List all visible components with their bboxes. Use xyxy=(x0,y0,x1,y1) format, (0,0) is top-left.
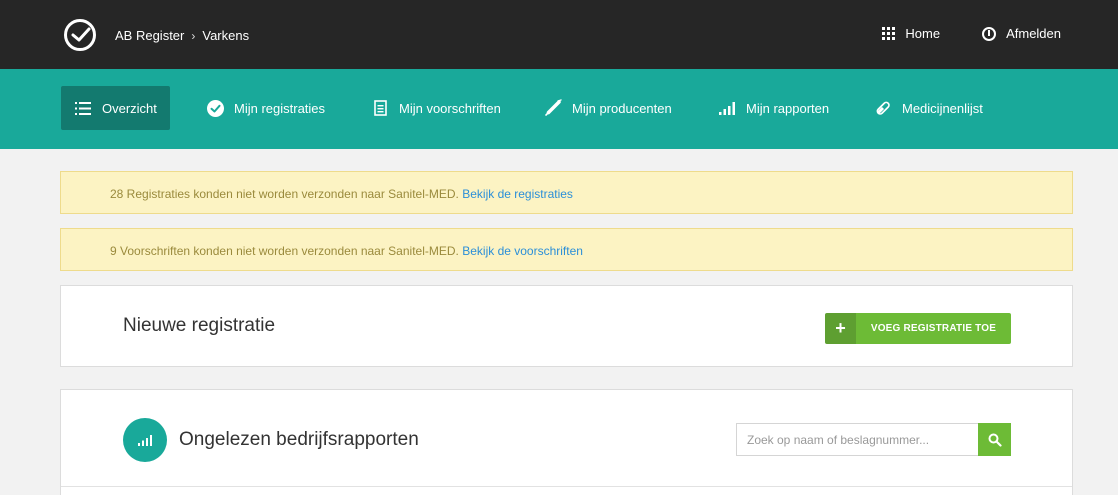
logo-check-icon[interactable] xyxy=(64,19,96,51)
warning-alert-voorschriften: 9 Voorschriften konden niet worden verzo… xyxy=(60,228,1073,271)
nav-label: Medicijnenlijst xyxy=(902,100,983,116)
nav-item-overzicht[interactable]: Overzicht xyxy=(61,86,170,130)
new-registration-title: Nieuwe registratie xyxy=(123,315,276,336)
logout-link[interactable]: Afmelden xyxy=(982,26,1061,41)
warning-alert-registraties: 28 Registraties konden niet worden verzo… xyxy=(60,171,1073,214)
nav-label: Mijn producenten xyxy=(572,100,672,116)
search-icon xyxy=(988,433,1002,447)
plus-icon: + xyxy=(825,313,856,344)
top-actions: Home Afmelden xyxy=(882,26,1061,41)
alert-text: 9 Voorschriften konden niet worden verzo… xyxy=(110,244,459,258)
signal-bars-icon xyxy=(718,99,736,117)
chevron-right-icon: › xyxy=(191,28,196,43)
document-icon xyxy=(371,99,389,117)
grid-icon xyxy=(882,27,896,40)
top-bar: AB Register › Varkens Home Afmelden xyxy=(0,0,1118,69)
view-prescriptions-link[interactable]: Bekijk de voorschriften xyxy=(462,244,583,258)
alert-text: 28 Registraties konden niet worden verzo… xyxy=(110,187,459,201)
signal-bars-icon xyxy=(123,418,167,462)
syringe-icon xyxy=(544,99,562,117)
nav-label: Mijn voorschriften xyxy=(399,100,501,116)
home-link[interactable]: Home xyxy=(882,26,940,41)
pill-icon xyxy=(874,99,892,117)
breadcrumb: AB Register › Varkens xyxy=(115,28,249,43)
nav-label: Overzicht xyxy=(102,100,157,116)
unread-reports-title: Ongelezen bedrijfsrapporten xyxy=(179,429,419,450)
logout-label: Afmelden xyxy=(1006,26,1061,41)
nav-item-medicijnenlijst[interactable]: Medicijnenlijst xyxy=(861,86,996,130)
list-icon xyxy=(74,99,92,117)
check-circle-icon xyxy=(206,99,224,117)
main-nav: Overzicht Mijn registraties Mijn voorsch… xyxy=(0,69,1118,149)
divider xyxy=(61,486,1072,487)
breadcrumb-item-ab-register[interactable]: AB Register xyxy=(115,28,184,43)
breadcrumb-item-varkens[interactable]: Varkens xyxy=(202,28,249,43)
search-input[interactable] xyxy=(736,423,978,456)
report-search xyxy=(736,423,1011,456)
add-registration-label: VOEG REGISTRATIE TOE xyxy=(856,313,1011,344)
home-label: Home xyxy=(905,26,941,41)
nav-item-registraties[interactable]: Mijn registraties xyxy=(193,86,338,130)
power-icon xyxy=(982,26,997,41)
nav-item-rapporten[interactable]: Mijn rapporten xyxy=(705,86,842,130)
nav-label: Mijn rapporten xyxy=(746,100,830,116)
view-registrations-link[interactable]: Bekijk de registraties xyxy=(462,187,573,201)
nav-item-producenten[interactable]: Mijn producenten xyxy=(531,86,685,130)
nav-item-voorschriften[interactable]: Mijn voorschriften xyxy=(358,86,514,130)
search-button[interactable] xyxy=(978,423,1011,456)
add-registration-button[interactable]: + VOEG REGISTRATIE TOE xyxy=(825,313,1011,344)
new-registration-card: Nieuwe registratie + VOEG REGISTRATIE TO… xyxy=(60,285,1073,367)
nav-label: Mijn registraties xyxy=(234,100,326,116)
unread-reports-card: Ongelezen bedrijfsrapporten xyxy=(60,389,1073,495)
